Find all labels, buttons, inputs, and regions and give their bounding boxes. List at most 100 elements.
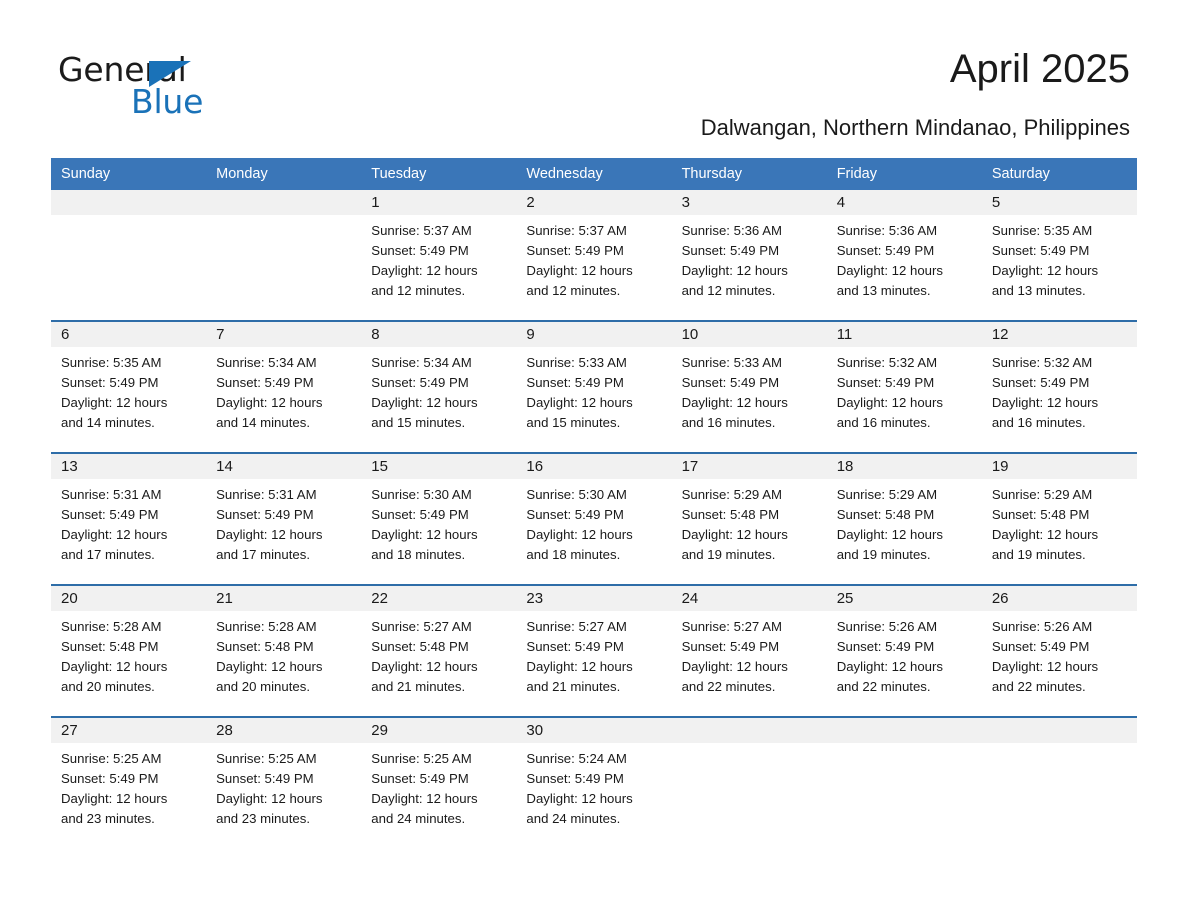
daylight-text-line1: Daylight: 12 hours <box>681 527 788 542</box>
daylight-text-line1: Daylight: 12 hours <box>836 527 943 542</box>
calendar-week-row: 6 Sunrise: 5:35 AM Sunset: 5:49 PM Dayli… <box>51 320 1137 453</box>
day-cell[interactable]: 2 Sunrise: 5:37 AM Sunset: 5:49 PM Dayli… <box>516 190 672 321</box>
day-number: 22 <box>361 586 517 611</box>
daylight-text-line1: Daylight: 12 hours <box>681 659 788 674</box>
day-details: Sunrise: 5:34 AM Sunset: 5:49 PM Dayligh… <box>361 347 516 433</box>
day-cell[interactable]: 25 Sunrise: 5:26 AM Sunset: 5:49 PM Dayl… <box>826 584 982 717</box>
day-cell[interactable] <box>51 190 207 321</box>
day-number: 19 <box>981 454 1137 479</box>
day-number <box>51 190 207 215</box>
day-cell[interactable]: 18 Sunrise: 5:29 AM Sunset: 5:48 PM Dayl… <box>826 452 982 585</box>
daylight-text-line2: and 13 minutes. <box>991 283 1086 298</box>
day-cell[interactable]: 4 Sunrise: 5:36 AM Sunset: 5:49 PM Dayli… <box>826 190 982 321</box>
day-details: Sunrise: 5:36 AM Sunset: 5:49 PM Dayligh… <box>827 215 982 301</box>
day-cell[interactable]: 1 Sunrise: 5:37 AM Sunset: 5:49 PM Dayli… <box>361 190 517 321</box>
weekday-header-sunday: Sunday <box>51 158 207 190</box>
daylight-text-line2: and 12 minutes. <box>526 283 621 298</box>
sunrise-text: Sunrise: 5:31 AM <box>61 487 162 502</box>
day-cell[interactable]: 5 Sunrise: 5:35 AM Sunset: 5:49 PM Dayli… <box>981 190 1137 321</box>
daylight-text-line1: Daylight: 12 hours <box>991 395 1099 410</box>
sunset-text: Sunset: 5:49 PM <box>526 507 624 522</box>
sunrise-text: Sunrise: 5:33 AM <box>681 355 782 370</box>
day-cell[interactable]: 11 Sunrise: 5:32 AM Sunset: 5:49 PM Dayl… <box>826 320 982 453</box>
daylight-text-line2: and 21 minutes. <box>371 679 466 694</box>
day-cell[interactable]: 7 Sunrise: 5:34 AM Sunset: 5:49 PM Dayli… <box>206 320 362 453</box>
weekday-header-friday: Friday <box>826 158 982 190</box>
day-number: 6 <box>51 322 207 347</box>
day-cell[interactable]: 6 Sunrise: 5:35 AM Sunset: 5:49 PM Dayli… <box>51 320 207 453</box>
daylight-text-line1: Daylight: 12 hours <box>371 395 478 410</box>
day-cell[interactable] <box>671 716 827 838</box>
day-number: 2 <box>516 190 672 215</box>
day-number: 8 <box>361 322 517 347</box>
day-cell[interactable] <box>206 190 362 321</box>
day-details <box>206 215 361 221</box>
day-cell[interactable]: 28 Sunrise: 5:25 AM Sunset: 5:49 PM Dayl… <box>206 716 362 838</box>
day-cell[interactable]: 9 Sunrise: 5:33 AM Sunset: 5:49 PM Dayli… <box>516 320 672 453</box>
day-number <box>981 718 1137 743</box>
day-cell[interactable]: 29 Sunrise: 5:25 AM Sunset: 5:49 PM Dayl… <box>361 716 517 838</box>
daylight-text-line2: and 23 minutes. <box>61 811 155 826</box>
general-blue-logo[interactable]: General Blue <box>58 52 278 126</box>
day-details: Sunrise: 5:28 AM Sunset: 5:48 PM Dayligh… <box>51 611 206 697</box>
sunrise-text: Sunrise: 5:30 AM <box>526 487 627 502</box>
day-cell[interactable]: 15 Sunrise: 5:30 AM Sunset: 5:49 PM Dayl… <box>361 452 517 585</box>
day-number: 13 <box>51 454 207 479</box>
calendar-header-row: Sunday Monday Tuesday Wednesday Thursday… <box>51 158 1137 190</box>
day-cell[interactable]: 21 Sunrise: 5:28 AM Sunset: 5:48 PM Dayl… <box>206 584 362 717</box>
sunset-text: Sunset: 5:49 PM <box>991 639 1090 654</box>
sunrise-text: Sunrise: 5:28 AM <box>61 619 162 634</box>
day-details <box>51 215 206 221</box>
day-cell[interactable]: 30 Sunrise: 5:24 AM Sunset: 5:49 PM Dayl… <box>516 716 672 838</box>
day-cell[interactable]: 20 Sunrise: 5:28 AM Sunset: 5:48 PM Dayl… <box>51 584 207 717</box>
sunset-text: Sunset: 5:48 PM <box>836 507 935 522</box>
day-details: Sunrise: 5:24 AM Sunset: 5:49 PM Dayligh… <box>516 743 671 829</box>
logo-text-blue: Blue <box>131 82 204 121</box>
day-cell[interactable]: 27 Sunrise: 5:25 AM Sunset: 5:49 PM Dayl… <box>51 716 207 838</box>
sunrise-text: Sunrise: 5:35 AM <box>991 223 1093 238</box>
day-cell[interactable]: 3 Sunrise: 5:36 AM Sunset: 5:49 PM Dayli… <box>671 190 827 321</box>
daylight-text-line1: Daylight: 12 hours <box>526 395 633 410</box>
sunrise-text: Sunrise: 5:37 AM <box>371 223 472 238</box>
sunrise-text: Sunrise: 5:34 AM <box>371 355 472 370</box>
day-cell[interactable]: 17 Sunrise: 5:29 AM Sunset: 5:48 PM Dayl… <box>671 452 827 585</box>
day-cell[interactable]: 23 Sunrise: 5:27 AM Sunset: 5:49 PM Dayl… <box>516 584 672 717</box>
day-number: 11 <box>826 322 982 347</box>
day-cell[interactable]: 24 Sunrise: 5:27 AM Sunset: 5:49 PM Dayl… <box>671 584 827 717</box>
day-details: Sunrise: 5:25 AM Sunset: 5:49 PM Dayligh… <box>361 743 516 829</box>
daylight-text-line1: Daylight: 12 hours <box>216 395 323 410</box>
day-cell[interactable]: 19 Sunrise: 5:29 AM Sunset: 5:48 PM Dayl… <box>981 452 1137 585</box>
sunrise-text: Sunrise: 5:27 AM <box>681 619 782 634</box>
day-details: Sunrise: 5:28 AM Sunset: 5:48 PM Dayligh… <box>206 611 361 697</box>
day-cell[interactable] <box>981 716 1137 838</box>
day-details: Sunrise: 5:27 AM Sunset: 5:49 PM Dayligh… <box>516 611 671 697</box>
sunrise-text: Sunrise: 5:32 AM <box>836 355 938 370</box>
day-details: Sunrise: 5:29 AM Sunset: 5:48 PM Dayligh… <box>672 479 827 565</box>
sunset-text: Sunset: 5:49 PM <box>526 243 624 258</box>
day-number: 20 <box>51 586 207 611</box>
day-cell[interactable]: 22 Sunrise: 5:27 AM Sunset: 5:48 PM Dayl… <box>361 584 517 717</box>
sunrise-text: Sunrise: 5:31 AM <box>216 487 317 502</box>
day-cell[interactable]: 13 Sunrise: 5:31 AM Sunset: 5:49 PM Dayl… <box>51 452 207 585</box>
day-cell[interactable]: 8 Sunrise: 5:34 AM Sunset: 5:49 PM Dayli… <box>361 320 517 453</box>
day-cell[interactable]: 26 Sunrise: 5:26 AM Sunset: 5:49 PM Dayl… <box>981 584 1137 717</box>
sunset-text: Sunset: 5:49 PM <box>371 507 469 522</box>
day-cell[interactable]: 16 Sunrise: 5:30 AM Sunset: 5:49 PM Dayl… <box>516 452 672 585</box>
sunset-text: Sunset: 5:49 PM <box>526 375 624 390</box>
weekday-header-tuesday: Tuesday <box>361 158 517 190</box>
day-cell[interactable] <box>826 716 982 838</box>
sunset-text: Sunset: 5:49 PM <box>836 243 935 258</box>
daylight-text-line1: Daylight: 12 hours <box>371 791 478 806</box>
day-cell[interactable]: 12 Sunrise: 5:32 AM Sunset: 5:49 PM Dayl… <box>981 320 1137 453</box>
day-details: Sunrise: 5:30 AM Sunset: 5:49 PM Dayligh… <box>516 479 671 565</box>
day-details: Sunrise: 5:29 AM Sunset: 5:48 PM Dayligh… <box>982 479 1137 565</box>
day-cell[interactable]: 14 Sunrise: 5:31 AM Sunset: 5:49 PM Dayl… <box>206 452 362 585</box>
page-header: General Blue April 2025 Dalwangan, North… <box>0 0 1188 158</box>
calendar-week-row: 1 Sunrise: 5:37 AM Sunset: 5:49 PM Dayli… <box>51 190 1137 321</box>
daylight-text-line2: and 18 minutes. <box>526 547 621 562</box>
weekday-header-wednesday: Wednesday <box>516 158 672 190</box>
day-cell[interactable]: 10 Sunrise: 5:33 AM Sunset: 5:49 PM Dayl… <box>671 320 827 453</box>
day-number: 7 <box>206 322 362 347</box>
daylight-text-line1: Daylight: 12 hours <box>371 263 478 278</box>
sunrise-text: Sunrise: 5:30 AM <box>371 487 472 502</box>
